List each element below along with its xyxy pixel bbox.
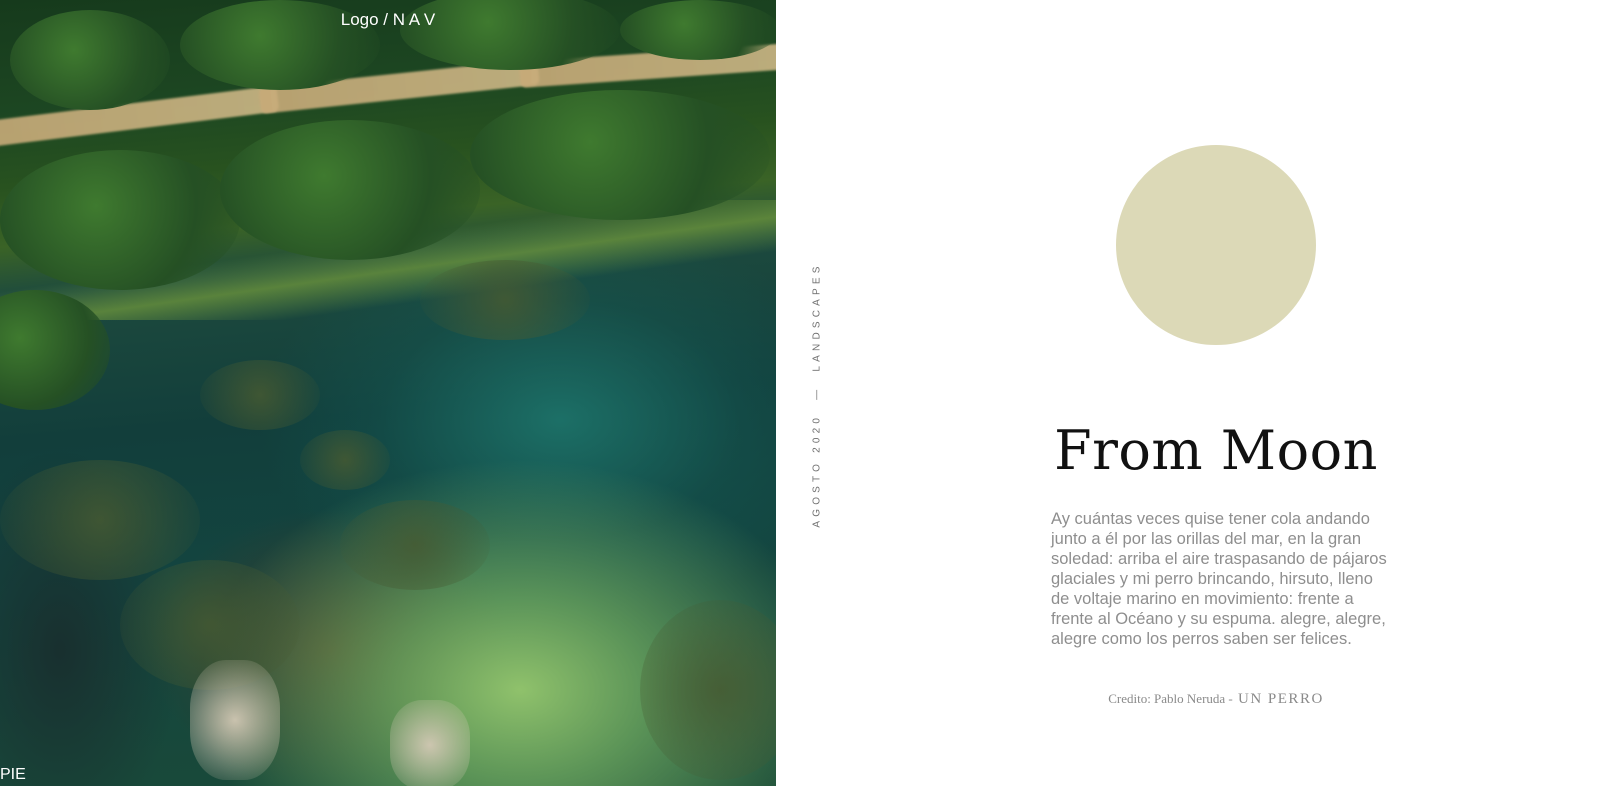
credit-work: UN PERRO xyxy=(1238,691,1324,707)
post-date: AGOSTO 2020 xyxy=(811,413,823,528)
post-meta-caption: AGOSTO 2020 — LANDSCAPES xyxy=(812,262,823,527)
credit-author: Credito: Pablo Neruda - xyxy=(1108,691,1237,706)
post-category[interactable]: LANDSCAPES xyxy=(812,262,823,371)
moon-circle xyxy=(1116,145,1316,345)
hero-photo: Logo / N A V PIE xyxy=(0,0,776,786)
footer-label: PIE xyxy=(0,766,26,783)
article-title: From Moon xyxy=(1054,419,1378,482)
page: Logo / N A V PIE AGOSTO 2020—LANDSCAPES … xyxy=(0,0,1600,786)
nav-logo[interactable]: Logo / N A V xyxy=(0,10,776,30)
meta-separator: — xyxy=(811,385,823,400)
article-credit: Credito: Pablo Neruda - UN PERRO xyxy=(1016,690,1416,708)
article-body: Ay cuántas veces quise tener cola andand… xyxy=(1051,510,1387,648)
